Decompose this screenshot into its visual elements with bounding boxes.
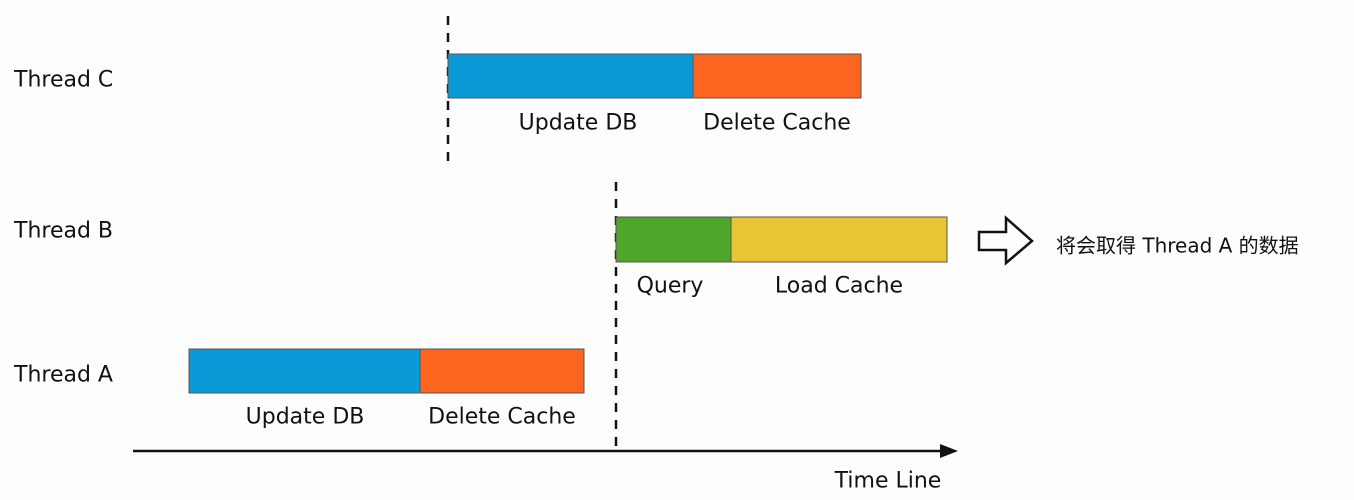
time-axis-label: Time Line bbox=[834, 468, 942, 494]
thread-a-label: Thread A bbox=[14, 362, 113, 388]
thread-a-delete-cache-label: Delete Cache bbox=[428, 404, 576, 430]
thread-c-update-db-label: Update DB bbox=[518, 110, 638, 136]
thread-a-update-db-label: Update DB bbox=[245, 404, 365, 430]
thread-c-delete-cache-bar bbox=[692, 53, 862, 99]
thread-b-label: Thread B bbox=[14, 218, 114, 244]
thread-b-query-label: Query bbox=[636, 273, 704, 299]
thread-a-delete-cache-bar bbox=[419, 348, 585, 394]
thread-b-load-cache-bar bbox=[730, 216, 948, 263]
thread-b-load-cache-label: Load Cache bbox=[774, 273, 904, 299]
thread-b-query-bar bbox=[615, 216, 732, 263]
thread-a-update-db-bar bbox=[188, 348, 421, 394]
hollow-right-arrow-icon bbox=[977, 215, 1034, 266]
thread-c-label: Thread C bbox=[14, 67, 114, 93]
time-axis-arrowhead bbox=[940, 444, 958, 458]
result-note: 将会取得 Thread A 的数据 bbox=[1056, 233, 1299, 258]
thread-c-delete-cache-label: Delete Cache bbox=[703, 110, 851, 136]
diagram: Thread C Thread B Thread A Update DB Del… bbox=[0, 0, 1354, 500]
thread-c-update-db-bar bbox=[447, 53, 694, 99]
